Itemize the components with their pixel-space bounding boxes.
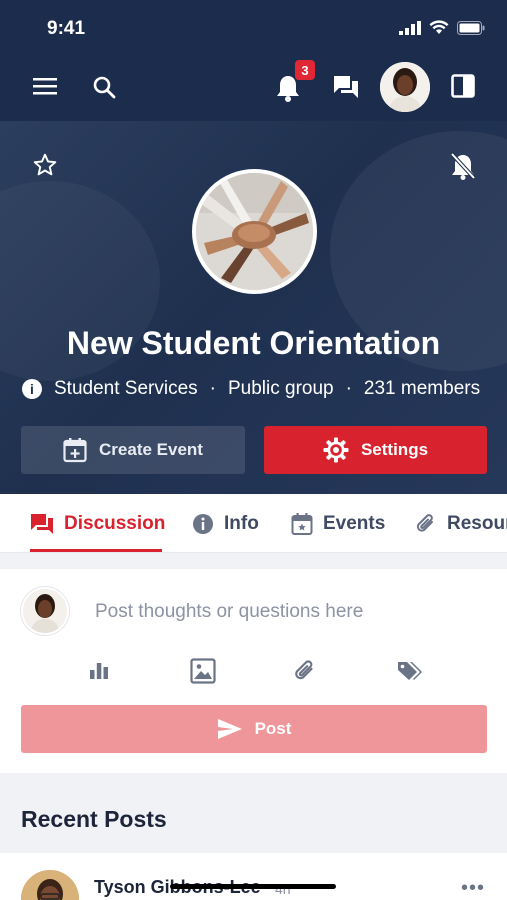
- calendar-add-icon: [63, 438, 87, 463]
- menu-icon[interactable]: [30, 74, 60, 98]
- image-icon[interactable]: [189, 657, 217, 685]
- tab-label: Info: [224, 512, 259, 534]
- tab-label: Resour: [447, 512, 507, 534]
- panel-toggle-icon[interactable]: [450, 73, 476, 99]
- group-header: New Student Orientation i Student Servic…: [0, 121, 507, 494]
- group-photo: [192, 169, 317, 294]
- post-input[interactable]: Post thoughts or questions here: [95, 601, 363, 623]
- create-event-label: Create Event: [99, 440, 203, 459]
- tab-events[interactable]: Events: [291, 494, 386, 552]
- more-options-icon[interactable]: •••: [461, 877, 485, 900]
- send-icon: [217, 719, 242, 739]
- group-meta: i Student Services · Public group · 231 …: [22, 378, 480, 400]
- tab-label: Discussion: [64, 512, 166, 534]
- tab-resources[interactable]: Resour: [415, 494, 507, 552]
- composer-avatar: [21, 587, 69, 635]
- gear-icon: [323, 437, 349, 463]
- meta-separator: ·: [345, 378, 352, 399]
- group-name: New Student Orientation: [66, 325, 441, 361]
- user-avatar[interactable]: [380, 62, 430, 112]
- post-card[interactable]: Tyson Gibbons-Lee 4h •••: [0, 853, 507, 900]
- tab-label: Events: [323, 512, 386, 534]
- calendar-icon: [291, 512, 313, 535]
- post-author-avatar[interactable]: [21, 870, 79, 900]
- info-icon: [193, 513, 213, 534]
- info-icon: i: [22, 379, 42, 399]
- wifi-icon: [429, 20, 449, 34]
- attachment-icon[interactable]: [291, 657, 319, 685]
- settings-label: Settings: [360, 440, 429, 459]
- search-icon[interactable]: [90, 73, 118, 101]
- group-category: Student Services: [54, 378, 198, 399]
- tab-discussion[interactable]: Discussion: [30, 494, 166, 552]
- meta-separator: ·: [209, 378, 216, 399]
- star-icon[interactable]: [31, 151, 59, 179]
- active-tab-indicator: [30, 549, 162, 552]
- post-composer: Post thoughts or questions here Post: [0, 569, 507, 773]
- home-indicator: [170, 884, 336, 889]
- discussion-icon: [31, 513, 53, 534]
- status-icons: [399, 20, 485, 35]
- signal-icon: [399, 20, 421, 35]
- notification-badge: 3: [295, 60, 315, 80]
- status-time: 9:41: [47, 18, 86, 39]
- group-member-count: 231 members: [363, 378, 481, 399]
- recent-posts-heading: Recent Posts: [21, 806, 167, 832]
- create-event-button[interactable]: Create Event: [21, 426, 245, 474]
- post-label: Post: [254, 719, 292, 738]
- mute-notifications-icon[interactable]: [448, 151, 478, 181]
- group-visibility: Public group: [227, 378, 334, 399]
- paperclip-icon: [416, 513, 433, 532]
- group-tabs: Discussion Info Events Resour: [0, 494, 507, 553]
- poll-icon[interactable]: [86, 657, 112, 683]
- tab-info[interactable]: Info: [192, 494, 259, 552]
- battery-icon: [457, 20, 485, 35]
- post-button[interactable]: Post: [21, 705, 487, 753]
- top-app-bar: 9:41 3: [0, 0, 507, 121]
- messages-icon[interactable]: [331, 73, 361, 101]
- settings-button[interactable]: Settings: [264, 426, 487, 474]
- tag-icon[interactable]: [395, 657, 425, 685]
